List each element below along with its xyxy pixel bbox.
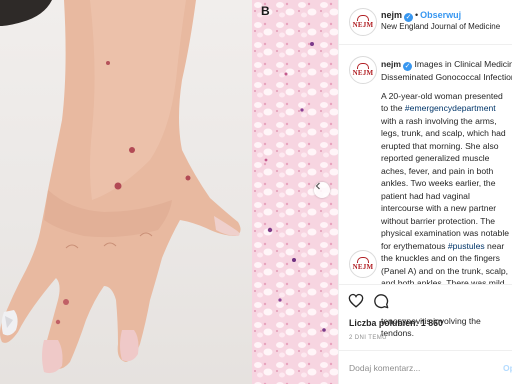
comment-avatar[interactable]: NEJM — [349, 250, 377, 278]
heart-icon[interactable] — [348, 293, 364, 313]
hashtag-link[interactable]: #emergencydepartment — [405, 103, 496, 113]
header-title-row: nejm ✓ • Obserwuj — [381, 10, 461, 22]
verified-badge-icon: ✓ — [404, 13, 414, 22]
caption-title-line2: Disseminated Gonococcal Infection — [381, 72, 512, 82]
nejm-logo: NEJM — [353, 15, 374, 29]
nejm-logo: NEJM — [353, 63, 374, 77]
hand-photo — [0, 0, 252, 384]
post-timestamp[interactable]: 2 DNI TEMU — [349, 335, 387, 341]
hashtag-link[interactable]: #pustules — [448, 241, 485, 251]
micrograph-image: B — [252, 0, 338, 384]
follow-button[interactable]: Obserwuj — [420, 10, 461, 20]
hand-illustration — [0, 0, 241, 374]
likes-label: Liczba polubień: — [349, 318, 419, 328]
post-header: NEJM nejm ✓ • Obserwuj New England Journal … — [339, 0, 512, 45]
caption-body-middle: with a rash involving the arms, legs, tr… — [381, 115, 510, 251]
username-link[interactable]: nejm — [381, 10, 402, 20]
post-panel: NEJM nejm ✓ • Obserwuj New England Journal … — [338, 0, 512, 384]
carousel-prev-button[interactable] — [314, 182, 330, 198]
publish-button[interactable]: Opublikuj — [503, 363, 512, 373]
verified-badge-icon: ✓ — [403, 62, 413, 71]
caption-username[interactable]: nejm — [381, 59, 401, 69]
likes-number: 1 860 — [420, 318, 443, 328]
account-full-name: New England Journal of Medicine — [381, 22, 501, 31]
separator-dot: • — [415, 10, 419, 20]
comment-input[interactable] — [349, 360, 489, 376]
comment-icon[interactable] — [373, 293, 389, 314]
profile-avatar[interactable]: NEJM — [349, 8, 377, 36]
caption-title-line1: Images in Clinical Medicine: — [414, 59, 512, 69]
comment-bar: Opublikuj — [339, 350, 512, 384]
nejm-logo: NEJM — [353, 257, 374, 271]
action-bar — [339, 284, 512, 315]
caption-avatar[interactable]: NEJM — [349, 56, 377, 84]
panel-label: B — [261, 4, 270, 18]
likes-count[interactable]: Liczba polubień: 1 860 — [349, 318, 443, 328]
